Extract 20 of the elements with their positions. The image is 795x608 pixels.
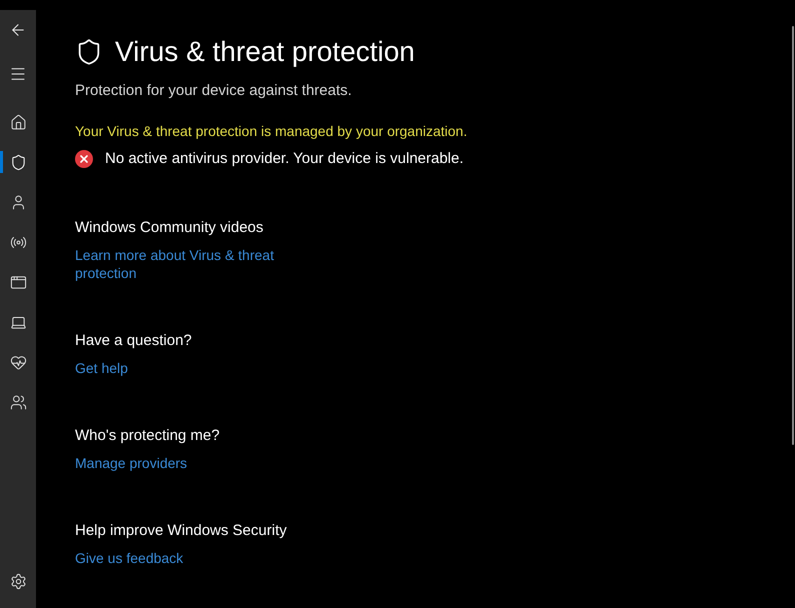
section-link[interactable]: Get help (75, 359, 128, 377)
section-heading: Windows Community videos (75, 218, 264, 238)
people-icon (10, 394, 26, 410)
home-icon (10, 114, 26, 130)
section-heading: Who's protecting me? (75, 426, 220, 446)
heart-pulse-icon (10, 354, 26, 370)
section-link[interactable]: Learn more about Virus & threat protection (75, 246, 310, 282)
section-heading: Have a question? (75, 331, 192, 351)
window-icon (10, 274, 26, 290)
scrollbar[interactable] (792, 26, 794, 445)
section-link[interactable]: Give us feedback (75, 549, 184, 567)
section-link[interactable]: Manage providers (75, 454, 188, 472)
status-message: No active antivirus provider. Your device is vulnerable. (105, 149, 464, 169)
managed-notice: Your Virus & threat protection is managed by your organization. (75, 122, 468, 140)
shield-icon (10, 154, 26, 170)
selection-bar (0, 151, 3, 173)
page-subtitle: Protection for your device against threats. (75, 81, 352, 101)
section-heading: Help improve Windows Security (75, 521, 287, 541)
settings-icon (10, 572, 26, 590)
page-title: Virus & threat protection (115, 35, 415, 69)
